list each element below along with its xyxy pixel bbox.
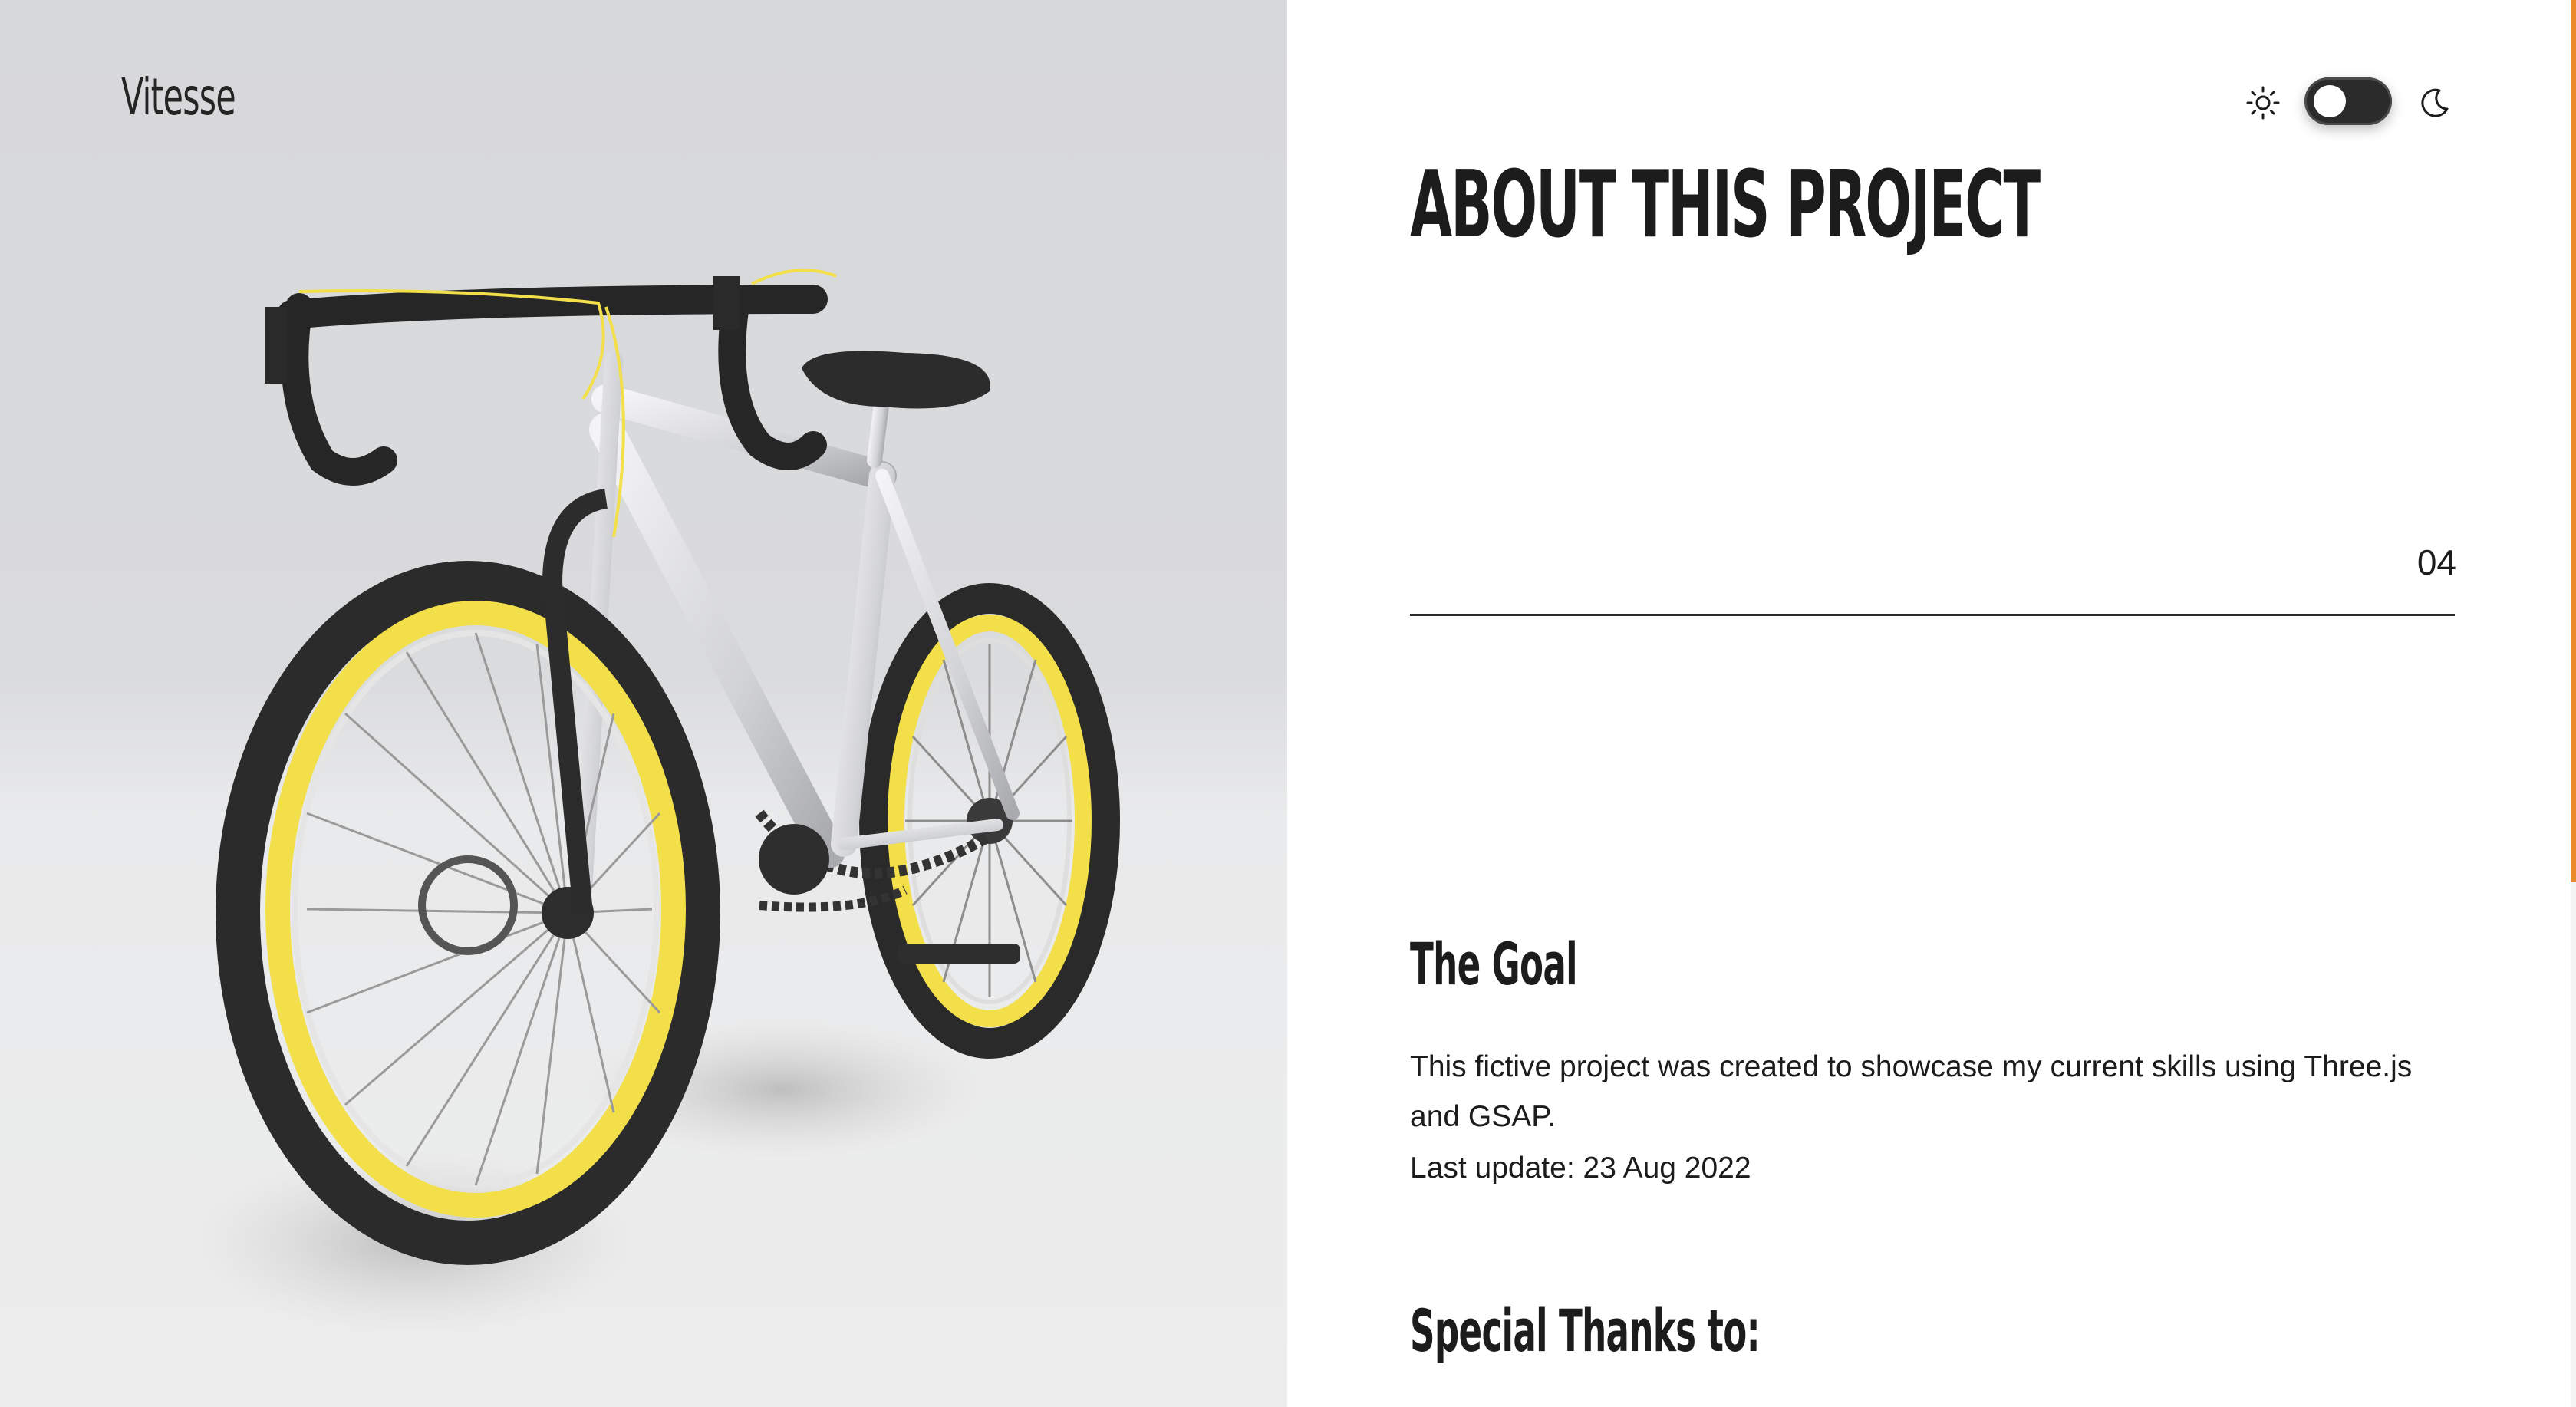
section-counter: 04 (2416, 542, 2456, 582)
front-wheel (216, 561, 720, 1265)
page-title: ABOUT THIS PROJECT (1410, 152, 2041, 259)
theme-toggle-group (2245, 74, 2482, 129)
goal-heading: The Goal (1410, 930, 1578, 998)
theme-switch-knob (2314, 85, 2346, 117)
moon-icon[interactable] (2416, 84, 2453, 121)
saddle (802, 351, 990, 409)
special-thanks-heading: Special Thanks to: (1410, 1297, 1761, 1365)
bike-scene-canvas[interactable]: Vitesse (0, 0, 1287, 1407)
theme-switch[interactable] (2304, 77, 2392, 125)
sun-icon[interactable] (2245, 84, 2281, 121)
bicycle-render[interactable] (0, 0, 1287, 1407)
goal-description: This fictive project was created to show… (1410, 1050, 2413, 1133)
last-update-text: Last update: 23 Aug 2022 (1410, 1152, 1751, 1185)
scrollbar-thumb[interactable] (2571, 0, 2576, 882)
brand-logo[interactable]: Vitesse (121, 68, 236, 127)
about-panel: ABOUT THIS PROJECT 04 The Goal This fict… (1287, 0, 2576, 1407)
section-divider (1410, 614, 2455, 616)
